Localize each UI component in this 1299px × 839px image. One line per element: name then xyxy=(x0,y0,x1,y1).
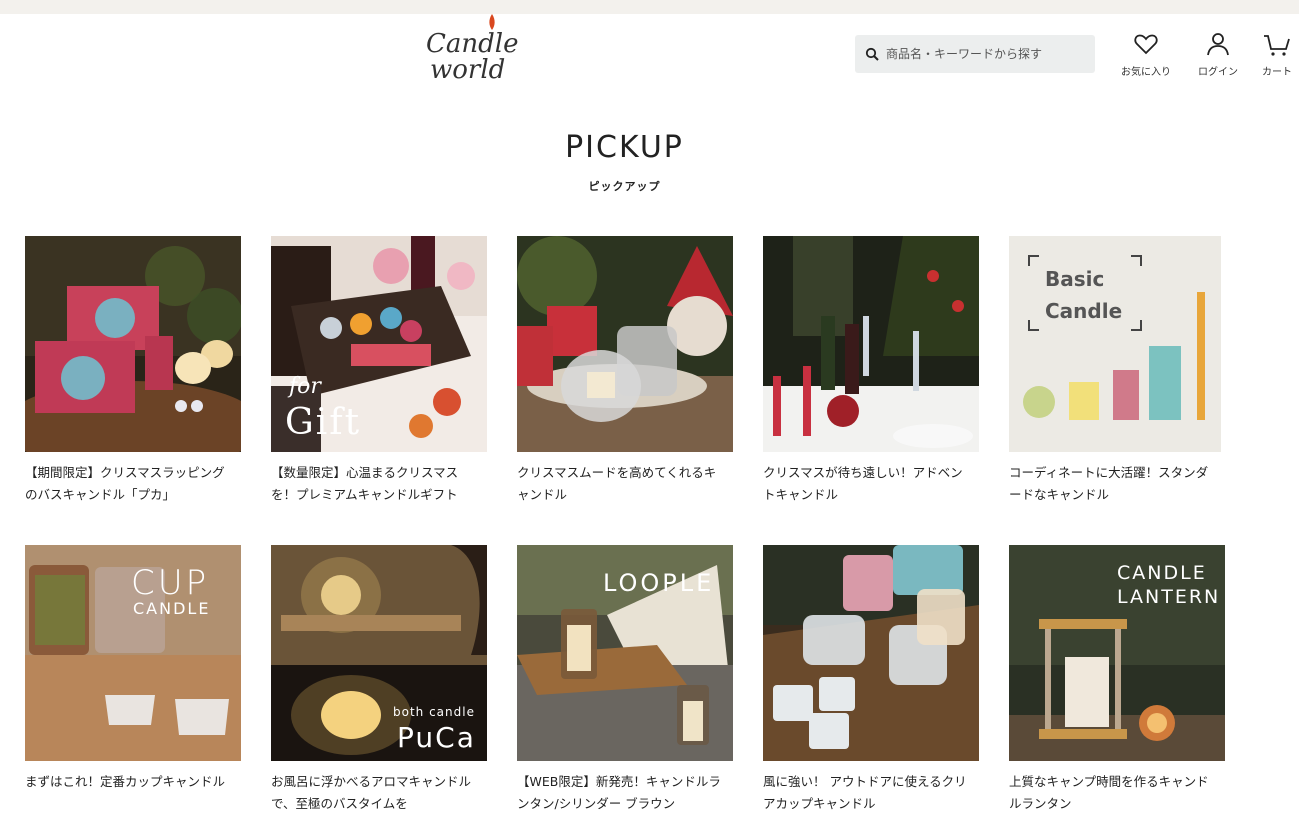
product-card[interactable]: both candle PuCa お風呂に浮かべるアロマキャンドルで、至極のバス… xyxy=(271,545,487,815)
top-strip xyxy=(0,0,1299,14)
product-image-advent-candle[interactable] xyxy=(763,236,979,452)
product-image-premium-gift[interactable]: for Gift xyxy=(271,236,487,452)
svg-text:world: world xyxy=(430,55,505,85)
product-image-clear-cup-candle[interactable] xyxy=(763,545,979,761)
overlay-text: CANDLE LANTERN xyxy=(1117,562,1221,608)
product-card[interactable]: クリスマスが待ち遠しい！アドベントキャンドル xyxy=(763,236,979,506)
search-icon xyxy=(865,47,879,61)
product-caption[interactable]: クリスマスが待ち遠しい！アドベントキャンドル xyxy=(763,462,973,506)
product-card[interactable]: CANDLE LANTERN 上質なキャンプ時間を作るキャンドルランタン xyxy=(1009,545,1225,815)
logo[interactable]: Candle world xyxy=(418,6,530,86)
product-card[interactable]: クリスマスムードを高めてくれるキャンドル xyxy=(517,236,733,506)
section-subtitle: ピックアップ xyxy=(588,180,661,193)
cart-label: カート xyxy=(1262,67,1292,78)
product-image-basic-candle[interactable]: Basic Candle xyxy=(1009,236,1221,452)
cart-icon xyxy=(1264,35,1290,56)
product-image-christmas-mood[interactable] xyxy=(517,236,733,452)
product-caption[interactable]: まずはこれ！定番カップキャンドル xyxy=(25,771,235,793)
overlay-text: PuCa xyxy=(397,721,476,754)
favorites-button[interactable]: お気に入り xyxy=(1121,30,1171,78)
svg-text:Candle: Candle xyxy=(1045,299,1122,323)
product-card[interactable]: CUP CANDLE まずはこれ！定番カップキャンドル xyxy=(25,545,241,793)
favorites-label: お気に入り xyxy=(1121,67,1171,78)
overlay-text: CANDLE xyxy=(133,599,211,618)
login-label: ログイン xyxy=(1198,67,1238,78)
product-card[interactable]: LOOPLE 【WEB限定】新発売！キャンドルランタン/シリンダー ブラウン xyxy=(517,545,733,815)
product-card[interactable]: Basic Candle コーディネートに大活躍！スタンダードなキャンドル xyxy=(1009,236,1225,506)
overlay-text: CUP xyxy=(131,563,210,603)
product-caption[interactable]: 【WEB限定】新発売！キャンドルランタン/シリンダー ブラウン xyxy=(517,771,727,815)
product-caption[interactable]: コーディネートに大活躍！スタンダードなキャンドル xyxy=(1009,462,1219,506)
product-card[interactable]: 風に強い！ アウトドアに使えるクリアカップキャンドル xyxy=(763,545,979,815)
overlay-text: LOOPLE xyxy=(603,569,715,597)
svg-text:Basic: Basic xyxy=(1045,267,1104,291)
product-card[interactable]: 【期間限定】クリスマスラッピングのバスキャンドル「プカ」 xyxy=(25,236,241,506)
product-caption[interactable]: 【数量限定】心温まるクリスマスを！プレミアムキャンドルギフト xyxy=(271,462,481,506)
heart-icon xyxy=(1134,34,1158,55)
product-image-cup-candle[interactable]: CUP CANDLE xyxy=(25,545,241,761)
cart-button[interactable]: カート xyxy=(1262,30,1292,78)
login-button[interactable]: ログイン xyxy=(1198,30,1238,78)
product-caption[interactable]: お風呂に浮かべるアロマキャンドルで、至極のバスタイムを xyxy=(271,771,481,815)
product-caption[interactable]: 風に強い！ アウトドアに使えるクリアカップキャンドル xyxy=(763,771,973,815)
product-caption[interactable]: 【期間限定】クリスマスラッピングのバスキャンドル「プカ」 xyxy=(25,462,235,506)
product-image-candle-lantern[interactable]: CANDLE LANTERN xyxy=(1009,545,1225,761)
product-image-bath-candle-puca[interactable]: both candle PuCa xyxy=(271,545,487,761)
search-input[interactable] xyxy=(886,47,1086,61)
product-caption[interactable]: 上質なキャンプ時間を作るキャンドルランタン xyxy=(1009,771,1219,815)
section-title: PICKUP xyxy=(565,130,684,165)
overlay-text: Gift xyxy=(285,402,362,443)
overlay-text: for xyxy=(289,374,321,399)
product-image-bath-candle-gift[interactable] xyxy=(25,236,241,452)
product-caption[interactable]: クリスマスムードを高めてくれるキャンドル xyxy=(517,462,727,506)
product-card[interactable]: for Gift 【数量限定】心温まるクリスマスを！プレミアムキャンドルギフト xyxy=(271,236,487,506)
overlay-text: both candle xyxy=(393,705,475,719)
search-box[interactable] xyxy=(855,35,1095,73)
product-image-loople-lantern[interactable]: LOOPLE xyxy=(517,545,733,761)
user-icon xyxy=(1207,33,1229,56)
